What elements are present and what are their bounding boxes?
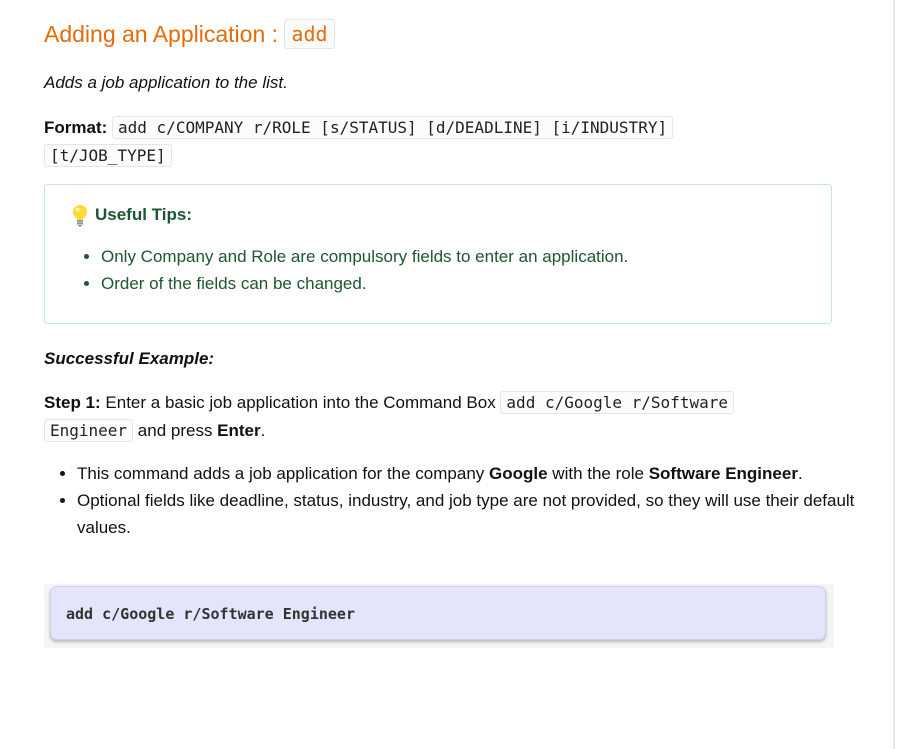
command-description: Adds a job application to the list.: [44, 73, 288, 92]
step-period: .: [260, 421, 266, 440]
step-text: Enter a basic job application into the C…: [100, 393, 501, 412]
example-note: This command adds a job application for …: [77, 460, 857, 487]
tip-item: Only Company and Role are compulsory fie…: [101, 243, 628, 270]
tip-item: Order of the fields can be changed.: [101, 270, 628, 297]
step-key: Enter: [217, 421, 261, 440]
tips-title: Useful Tips:: [95, 205, 192, 224]
tips-heading: Useful Tips:: [71, 203, 192, 227]
note-text: This command adds a job application for …: [77, 464, 490, 483]
tips-list: Only Company and Role are compulsory fie…: [79, 243, 628, 297]
lightbulb-icon: [73, 205, 87, 227]
section-title: Adding an Application : add: [44, 18, 335, 50]
useful-tips-box: Useful Tips: Only Company and Role are c…: [44, 184, 832, 324]
command-example-box: add c/Google r/Software Engineer: [50, 586, 826, 640]
section-title-command: add: [284, 19, 335, 49]
format-line: Format: add c/COMPANY r/ROLE [s/STATUS] …: [44, 114, 744, 170]
note-company: Google: [489, 464, 548, 483]
format-label: Format:: [44, 118, 108, 137]
note-role: Software Engineer: [648, 464, 798, 483]
page-edge-divider: [893, 0, 895, 749]
section-title-text: Adding an Application :: [44, 21, 285, 47]
step-code: add c/Google r/Software: [500, 391, 734, 414]
example-step: Step 1: Enter a basic job application in…: [44, 389, 804, 445]
format-syntax: add c/COMPANY r/ROLE [s/STATUS] [d/DEADL…: [112, 116, 674, 139]
note-text: with the role: [547, 464, 649, 483]
example-heading: Successful Example:: [44, 349, 215, 368]
format-syntax-continued: [t/JOB_TYPE]: [44, 144, 172, 167]
command-example-container: add c/Google r/Software Engineer: [44, 584, 834, 648]
note-text: .: [797, 464, 803, 483]
step-label: Step 1:: [44, 393, 101, 412]
example-note: Optional fields like deadline, status, i…: [77, 487, 857, 541]
step-end-text: and press: [133, 421, 218, 440]
step-code-continued: Engineer: [44, 419, 134, 442]
example-notes-list: This command adds a job application for …: [44, 460, 857, 541]
